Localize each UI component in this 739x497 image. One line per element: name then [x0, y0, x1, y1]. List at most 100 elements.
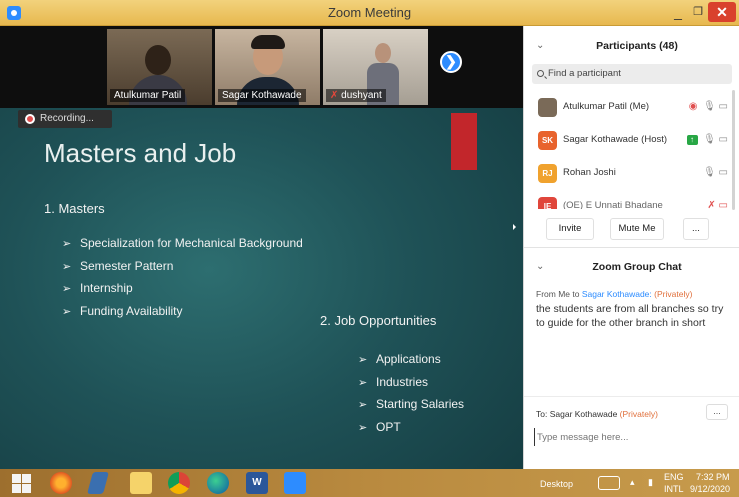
list-item: ➢ Internship: [62, 280, 303, 303]
participant-name: Atulkumar Patil (Me): [563, 101, 650, 112]
avatar: [538, 98, 557, 117]
clock-date[interactable]: 9/12/2020: [690, 484, 730, 494]
file-explorer-icon[interactable]: [130, 472, 152, 494]
language-layout[interactable]: INTL: [664, 484, 684, 494]
participant-name: Rohan Joshi: [563, 167, 616, 178]
list-item-text: OPT: [376, 419, 401, 434]
slide-decoration: [451, 113, 477, 170]
list-item-text: Funding Availability: [80, 303, 183, 318]
mic-muted-icon: ✗: [330, 90, 339, 101]
video-strip: Atulkumar Patil Sagar Kothawade ✗ dushya…: [0, 26, 523, 108]
list-item: ➢ Semester Pattern: [62, 258, 303, 281]
list-item-text: Internship: [80, 281, 133, 295]
more-options-button[interactable]: ...: [683, 218, 709, 240]
avatar: RJ: [538, 164, 557, 183]
list-item-text: Industries: [376, 374, 429, 389]
video-tile-atulkumar[interactable]: Atulkumar Patil: [107, 29, 212, 105]
microphone-icon[interactable]: 🎙: [703, 101, 716, 112]
microphone-icon[interactable]: 🎙: [703, 167, 716, 178]
video-tile-sagar[interactable]: Sagar Kothawade: [215, 29, 320, 105]
video-name-label: Sagar Kothawade: [218, 89, 306, 102]
participant-status-icons: ✗ ▭: [707, 200, 728, 209]
start-logo-tile: [12, 484, 21, 493]
list-item-text: Specialization for Mechanical Background: [80, 236, 303, 250]
language-indicator[interactable]: ENG: [664, 472, 684, 482]
list-item-text: Applications: [376, 352, 441, 366]
video-camera-icon[interactable]: ▭: [719, 101, 728, 112]
participant-status-icons: ◉ 🎙 ▭: [689, 101, 728, 112]
window-title: Zoom Meeting: [327, 5, 412, 20]
slide-section-masters: 1. Masters: [44, 201, 105, 216]
video-camera-off-icon[interactable]: ▭: [719, 200, 728, 209]
participant-search-input[interactable]: Find a participant: [532, 64, 732, 84]
slide-title: Masters and Job: [44, 138, 237, 168]
zoom-window: Zoom Meeting _ ❐ ✕ Atulkumar Patil Sagar…: [0, 0, 739, 497]
mouse-cursor-icon: [513, 224, 516, 230]
chat-more-button[interactable]: ...: [706, 404, 728, 420]
minimize-button[interactable]: _: [668, 2, 688, 22]
microphone-muted-icon[interactable]: ✗: [707, 200, 715, 209]
maximize-button[interactable]: ❐: [688, 2, 708, 22]
bullet-arrow-icon: ➢: [358, 421, 368, 434]
participant-hair: [251, 35, 285, 49]
participant-row[interactable]: IE (OE) E Unnati Bhadane ✗ ▭: [524, 191, 739, 209]
participant-status-icons: 🎙 ▭: [703, 167, 728, 178]
video-camera-icon[interactable]: ▭: [719, 167, 728, 178]
keyboard-icon[interactable]: [598, 476, 620, 490]
record-icon: [25, 114, 35, 124]
to-private-label: (Privately): [619, 409, 658, 419]
participant-row[interactable]: SK Sagar Kothawade (Host) ↑ 🎙 ▭: [524, 125, 739, 158]
video-name-label: ✗ dushyant: [326, 89, 386, 102]
firefox-icon[interactable]: [50, 472, 72, 494]
participant-actions: Invite Mute Me ...: [524, 216, 739, 244]
chat-recipient-link[interactable]: Sagar Kothawade:: [582, 289, 652, 299]
chrome-icon[interactable]: [168, 472, 190, 494]
chat-recipient-selector[interactable]: To: Sagar Kothawade (Privately): [536, 409, 658, 419]
zoom-taskbar-icon[interactable]: [284, 472, 306, 494]
list-item: ➢ Industries: [358, 374, 464, 397]
participant-row[interactable]: Atulkumar Patil (Me) ◉ 🎙 ▭: [524, 92, 739, 125]
chat-message-text: the students are from all branches so tr…: [536, 303, 724, 329]
windows-start-icon[interactable]: [10, 472, 32, 494]
to-label: To:: [536, 409, 548, 419]
masters-bullet-list: ➢ Specialization for Mechanical Backgroun…: [62, 235, 303, 325]
to-recipient: Sagar Kothawade: [549, 409, 618, 419]
bullet-arrow-icon: ➢: [62, 260, 72, 273]
side-panel: ⌄ Participants (48) Find a participant A…: [523, 26, 739, 469]
start-logo-tile: [22, 484, 31, 493]
desktop-toolbar-label[interactable]: Desktop: [540, 479, 573, 489]
edge-icon[interactable]: [207, 472, 229, 494]
battery-icon[interactable]: ▮: [648, 477, 653, 488]
video-name-label: Atulkumar Patil: [110, 89, 186, 102]
notes-app-icon[interactable]: [87, 472, 109, 494]
search-placeholder: Find a participant: [548, 68, 621, 79]
chat-divider: [524, 396, 739, 397]
tray-chevron-icon[interactable]: ▴: [630, 477, 635, 488]
list-item: ➢ Specialization for Mechanical Backgroun…: [62, 235, 303, 258]
video-tile-dushyant[interactable]: ✗ dushyant: [323, 29, 428, 105]
list-item: ➢ Funding Availability: [62, 303, 303, 326]
start-logo-tile: [12, 474, 21, 483]
video-camera-icon[interactable]: ▭: [719, 134, 728, 145]
recording-label: Recording...: [40, 113, 94, 124]
jobs-bullet-list: ➢ Applications ➢ Industries ➢ Starting Sala…: [358, 351, 464, 441]
recording-indicator[interactable]: Recording...: [18, 110, 112, 128]
avatar: SK: [538, 131, 557, 150]
clock-time[interactable]: 7:32 PM: [696, 472, 730, 482]
mute-me-button[interactable]: Mute Me: [610, 218, 664, 240]
chat-message-input[interactable]: [534, 428, 730, 446]
invite-button[interactable]: Invite: [546, 218, 594, 240]
microphone-icon[interactable]: 🎙: [703, 134, 716, 145]
start-logo-tile: [22, 474, 31, 483]
close-button[interactable]: ✕: [708, 2, 736, 22]
bullet-arrow-icon: ➢: [358, 376, 368, 389]
bullet-arrow-icon: ➢: [358, 354, 368, 366]
participants-header: ⌄ Participants (48): [524, 26, 739, 62]
word-icon[interactable]: W: [246, 472, 268, 494]
participant-status-icons: ↑ 🎙 ▭: [686, 134, 728, 145]
title-bar: Zoom Meeting _ ❐ ✕: [0, 0, 739, 26]
participant-image: [375, 43, 391, 63]
next-video-page-button[interactable]: ❯: [440, 51, 462, 73]
participant-row[interactable]: RJ Rohan Joshi 🎙 ▭: [524, 158, 739, 191]
slide-section-jobs: 2. Job Opportunities: [320, 313, 437, 328]
